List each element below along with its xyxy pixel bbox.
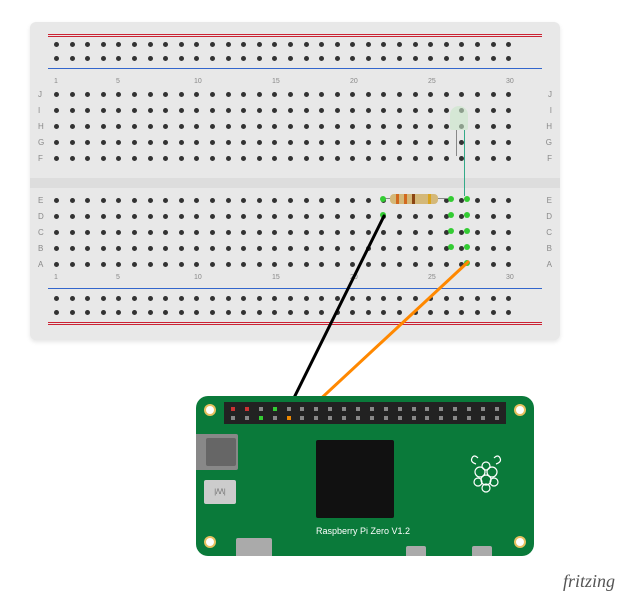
breadboard: J I H G F E D C B A J I H G F E D C B A …: [30, 22, 560, 340]
connection-dot: [464, 196, 470, 202]
row-label: F: [38, 154, 43, 163]
col-label: 5: [116, 274, 120, 281]
col-label: 30: [506, 274, 514, 281]
pi-board-label: Raspberry Pi Zero V1.2: [316, 526, 410, 536]
micro-usb-port-icon: [472, 546, 492, 556]
sd-card-slot-icon: [196, 434, 238, 470]
col-label: 15: [272, 78, 280, 85]
row-label: G: [38, 138, 44, 147]
row-label: A: [38, 260, 43, 269]
col-label: 5: [116, 78, 120, 85]
row-label: E: [38, 196, 43, 205]
col-label: 1: [54, 78, 58, 85]
row-label: C: [546, 228, 552, 237]
mount-hole-icon: [514, 536, 526, 548]
connection-dot: [380, 212, 386, 218]
mount-hole-icon: [204, 404, 216, 416]
row-label: E: [547, 196, 552, 205]
raspberry-pi-logo-icon: [468, 452, 504, 494]
col-label: 15: [272, 274, 280, 281]
connection-dot: [380, 196, 386, 202]
led-component: [450, 106, 468, 130]
led-leg: [456, 130, 457, 156]
connection-dot: [448, 212, 454, 218]
raspberry-pi-board: |/\/\| Raspberry Pi Zero V1.2: [196, 396, 534, 556]
col-label: 20: [350, 274, 358, 281]
resistor-component: [390, 194, 438, 204]
connection-dot: [448, 228, 454, 234]
mount-hole-icon: [204, 536, 216, 548]
row-label: H: [546, 122, 552, 131]
micro-usb-port-icon: [406, 546, 426, 556]
row-label: B: [547, 244, 552, 253]
col-label: 25: [428, 78, 436, 85]
camera-connector-icon: |/\/\|: [204, 480, 236, 504]
row-label: J: [38, 90, 42, 99]
row-label: A: [547, 260, 552, 269]
row-label: F: [547, 154, 552, 163]
breadboard-divider: [30, 178, 560, 188]
connection-dot: [464, 244, 470, 250]
watermark-label: fritzing: [563, 571, 615, 592]
col-label: 1: [54, 274, 58, 281]
connection-dot: [448, 196, 454, 202]
row-label: C: [38, 228, 44, 237]
connection-dot: [464, 260, 470, 266]
col-label: 20: [350, 78, 358, 85]
col-label: 10: [194, 78, 202, 85]
gpio-header: [224, 402, 506, 424]
connection-dot: [448, 244, 454, 250]
row-label: I: [550, 106, 552, 115]
connection-dot: [464, 228, 470, 234]
col-label: 25: [428, 274, 436, 281]
row-label: J: [548, 90, 552, 99]
row-label: I: [38, 106, 40, 115]
mini-hdmi-port-icon: [236, 538, 272, 556]
soc-chip-icon: [316, 440, 394, 518]
col-label: 10: [194, 274, 202, 281]
row-label: D: [546, 212, 552, 221]
rail-row: [54, 42, 511, 47]
rail-row: [54, 56, 511, 61]
mount-hole-icon: [514, 404, 526, 416]
col-label: 30: [506, 78, 514, 85]
row-label: B: [38, 244, 43, 253]
connection-dot: [464, 212, 470, 218]
row-label: G: [546, 138, 552, 147]
row-label: D: [38, 212, 44, 221]
row-label: H: [38, 122, 44, 131]
led-leg: [464, 130, 465, 196]
